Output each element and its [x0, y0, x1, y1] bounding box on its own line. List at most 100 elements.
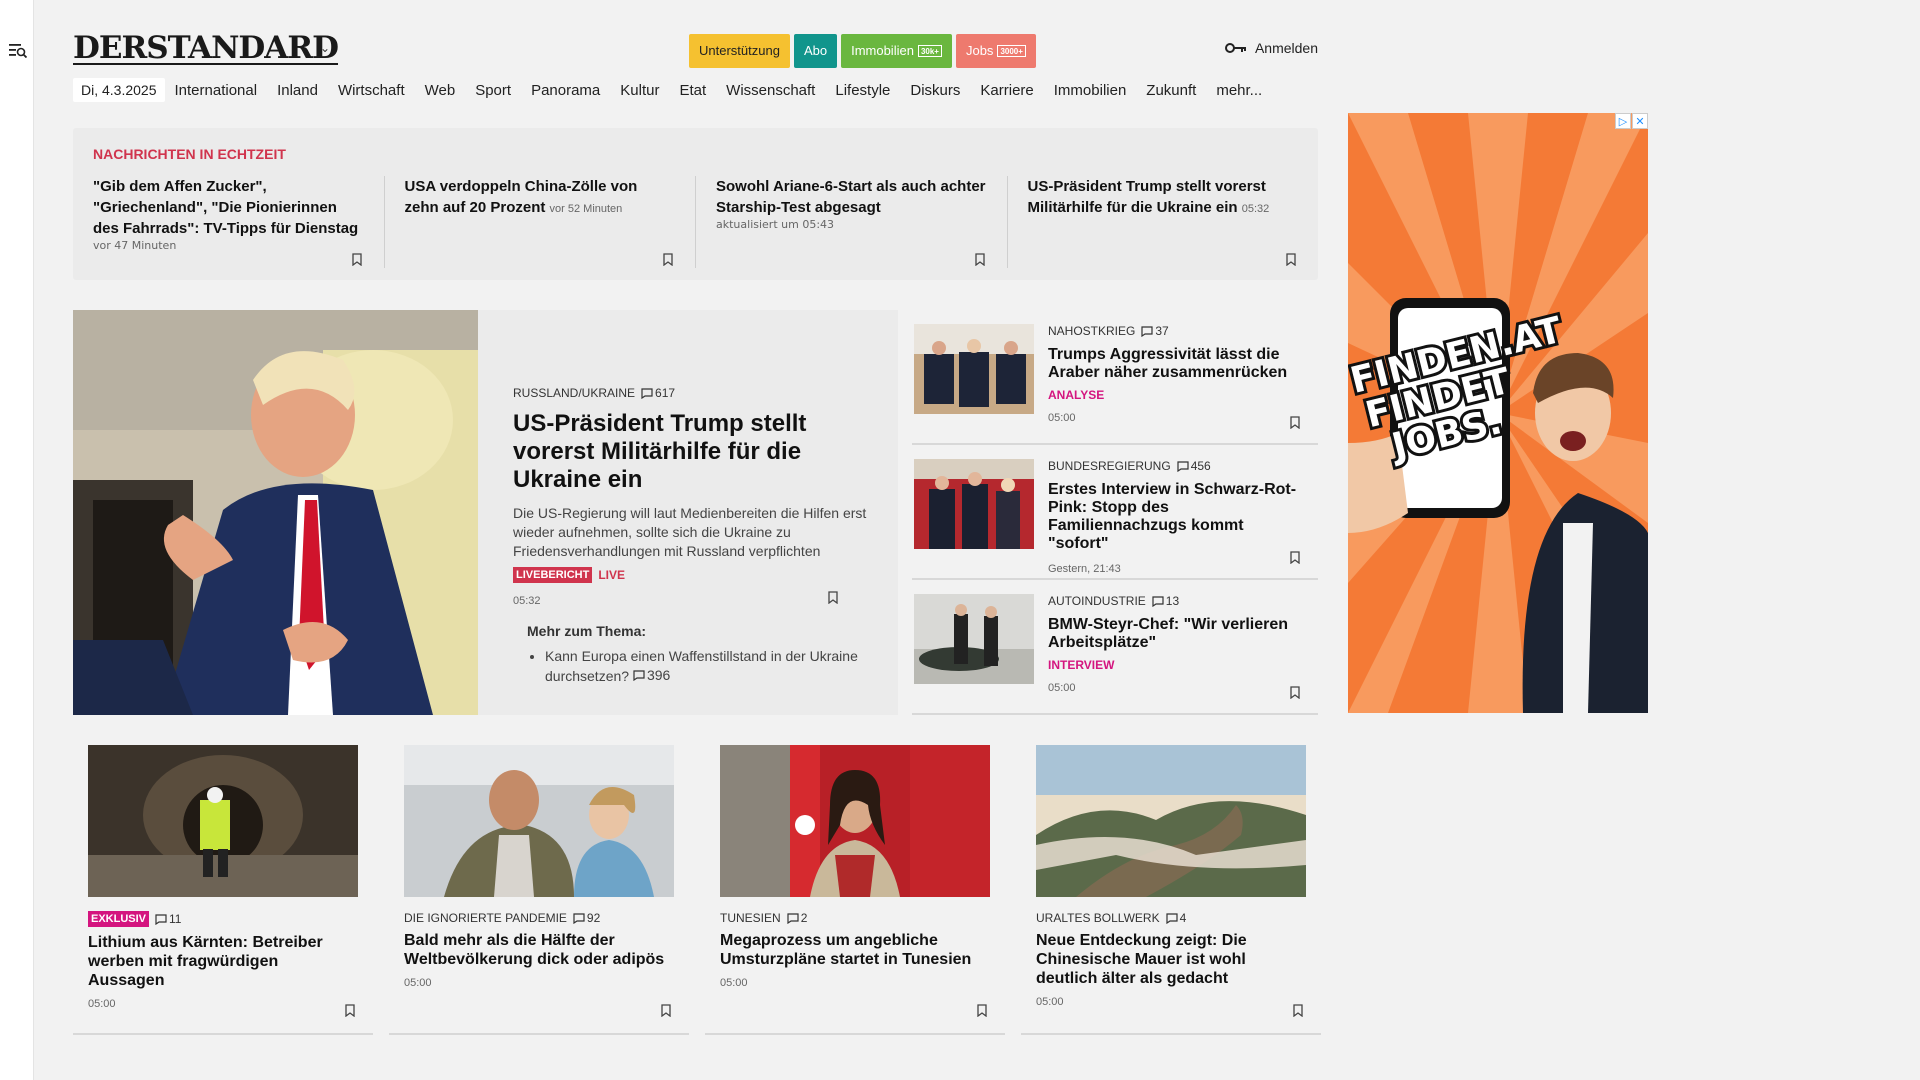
- current-date: Di, 4.3.2025: [73, 78, 165, 102]
- side-stories: NAHOSTKRIEG 37 Trumps Aggressivität lässt…: [912, 310, 1318, 715]
- comment-count[interactable]: 37: [1141, 324, 1169, 338]
- nav-item-panorama[interactable]: Panorama: [531, 82, 600, 99]
- ticker-item-title: US-Präsident Trump stellt vorerst Militä…: [1027, 178, 1266, 216]
- site-header: DERSTANDARD ⌄ Unterstützung Abo Immobili…: [73, 28, 1318, 72]
- story-card-time: 05:00: [720, 977, 748, 989]
- comment-icon: [1165, 912, 1178, 924]
- story-card-title[interactable]: Megaprozess um angebliche Umsturzpläne s…: [720, 931, 990, 969]
- comment-count[interactable]: 617: [641, 386, 675, 400]
- support-button[interactable]: Unterstützung: [689, 34, 790, 68]
- nav-item-more[interactable]: mehr...: [1216, 82, 1262, 99]
- jobs-button[interactable]: Jobs 3000+: [955, 34, 1036, 68]
- story-card-title[interactable]: Bald mehr als die Hälfte der Weltbevölke…: [404, 931, 674, 969]
- bookmark-icon[interactable]: [661, 1004, 671, 1017]
- story-card-image[interactable]: [720, 745, 990, 897]
- story-card-image[interactable]: [404, 745, 674, 897]
- bookmark-icon[interactable]: [1286, 253, 1296, 266]
- bookmark-icon[interactable]: [663, 253, 673, 266]
- adchoices-icon[interactable]: ▷: [1615, 113, 1631, 129]
- story-card[interactable]: TUNESIEN 2 Megaprozess um angebliche Umst…: [705, 745, 1005, 1035]
- search-menu-icon[interactable]: [9, 44, 27, 58]
- story-label: ANALYSE: [1048, 388, 1105, 402]
- bookmark-icon[interactable]: [828, 591, 838, 604]
- comment-count-value: 617: [655, 386, 676, 400]
- nav-item-sport[interactable]: Sport: [475, 82, 511, 99]
- advertisement[interactable]: FINDEN.AT FINDET JOBS. ▷ ✕: [1348, 113, 1648, 713]
- login-button[interactable]: Anmelden: [1224, 40, 1318, 56]
- abo-button[interactable]: Abo: [793, 34, 838, 68]
- side-story[interactable]: NAHOSTKRIEG 37 Trumps Aggressivität lässt…: [912, 310, 1318, 445]
- bookmark-icon[interactable]: [1290, 686, 1300, 699]
- story-thumbnail[interactable]: [914, 459, 1034, 549]
- related-item[interactable]: Kann Europa einen Waffenstillstand in de…: [545, 647, 868, 686]
- story-card[interactable]: DIE IGNORIERTE PANDEMIE 92 Bald mehr als …: [389, 745, 689, 1035]
- comment-count-value: 37: [1155, 324, 1169, 338]
- story-kicker: BUNDESREGIERUNG: [1048, 459, 1171, 473]
- comment-count[interactable]: 2: [787, 911, 807, 925]
- story-card-image[interactable]: [88, 745, 358, 897]
- ticker-item[interactable]: Sowohl Ariane-6-Start als auch achter St…: [696, 176, 1008, 268]
- site-logo[interactable]: DERSTANDARD: [73, 30, 339, 66]
- ticker-item[interactable]: "Gib dem Affen Zucker", "Griechenland", …: [73, 176, 385, 268]
- story-card-title[interactable]: Neue Entdeckung zeigt: Die Chinesische M…: [1036, 931, 1306, 988]
- comment-count[interactable]: 396: [633, 666, 670, 685]
- story-thumbnail[interactable]: [914, 324, 1034, 414]
- live-label: LIVE: [598, 568, 626, 582]
- jobs-label: Jobs: [965, 43, 994, 58]
- comment-count[interactable]: 13: [1152, 594, 1179, 608]
- story-title[interactable]: Erstes Interview in Schwarz-Rot-Pink: St…: [1048, 481, 1308, 553]
- lead-time: 05:32: [513, 595, 541, 607]
- related-topics: Mehr zum Thema: Kann Europa einen Waffen…: [513, 623, 868, 686]
- comment-icon: [155, 913, 167, 925]
- immobilien-count-tag: 30k+: [917, 45, 942, 57]
- nav-item-kultur[interactable]: Kultur: [620, 82, 659, 99]
- story-time: 05:00: [1048, 412, 1076, 424]
- nav-item-karriere[interactable]: Karriere: [980, 82, 1033, 99]
- chevron-down-icon[interactable]: ⌄: [320, 41, 330, 55]
- bookmark-icon[interactable]: [345, 1004, 355, 1017]
- bookmark-icon[interactable]: [1293, 1004, 1303, 1017]
- story-title[interactable]: BMW-Steyr-Chef: "Wir verlieren Arbeitspl…: [1048, 616, 1308, 652]
- bookmark-icon[interactable]: [351, 253, 362, 266]
- story-title[interactable]: Trumps Aggressivität lässt die Araber nä…: [1048, 346, 1308, 382]
- ticker-item[interactable]: US-Präsident Trump stellt vorerst Militä…: [1008, 176, 1319, 268]
- immobilien-label: Immobilien: [851, 43, 914, 58]
- bookmark-icon[interactable]: [1290, 416, 1300, 429]
- nav-item-immobilien[interactable]: Immobilien: [1054, 82, 1127, 99]
- side-story[interactable]: AUTOINDUSTRIE 13 BMW-Steyr-Chef: "Wir ver…: [912, 580, 1318, 715]
- story-card-kicker: URALTES BOLLWERK: [1036, 911, 1160, 925]
- nav-item-wissenschaft[interactable]: Wissenschaft: [726, 82, 815, 99]
- story-kicker: NAHOSTKRIEG: [1048, 324, 1136, 338]
- bookmark-icon[interactable]: [1290, 551, 1300, 564]
- ticker-item[interactable]: USA verdoppeln China-Zölle von zehn auf …: [385, 176, 696, 268]
- left-sidebar: [0, 0, 34, 1080]
- comment-count[interactable]: 456: [1177, 459, 1211, 473]
- nav-item-zukunft[interactable]: Zukunft: [1146, 82, 1196, 99]
- nav-item-lifestyle[interactable]: Lifestyle: [835, 82, 890, 99]
- story-card-title[interactable]: Lithium aus Kärnten: Betreiber werben mi…: [88, 933, 358, 990]
- bookmark-icon[interactable]: [974, 253, 985, 266]
- nav-item-web[interactable]: Web: [425, 82, 456, 99]
- nav-item-wirtschaft[interactable]: Wirtschaft: [338, 82, 405, 99]
- key-icon: [1224, 43, 1246, 53]
- story-card[interactable]: EXKLUSIV 11 Lithium aus Kärnten: Betreibe…: [73, 745, 373, 1035]
- lead-title[interactable]: US-Präsident Trump stellt vorerst Militä…: [513, 410, 868, 494]
- lead-story-image[interactable]: [73, 310, 478, 715]
- lead-story[interactable]: RUSSLAND/UKRAINE 617 US-Präsident Trump …: [73, 310, 898, 715]
- nav-item-etat[interactable]: Etat: [679, 82, 706, 99]
- side-story[interactable]: BUNDESREGIERUNG 456 Erstes Interview in S…: [912, 445, 1318, 580]
- close-icon[interactable]: ✕: [1632, 113, 1648, 129]
- story-card-image[interactable]: [1036, 745, 1306, 897]
- bookmark-icon[interactable]: [977, 1004, 987, 1017]
- story-card[interactable]: URALTES BOLLWERK 4 Neue Entdeckung zeigt:…: [1021, 745, 1321, 1035]
- nav-item-diskurs[interactable]: Diskurs: [910, 82, 960, 99]
- comment-count[interactable]: 92: [573, 911, 600, 925]
- comment-count[interactable]: 4: [1165, 911, 1186, 925]
- comment-count[interactable]: 11: [155, 912, 181, 926]
- nav-item-inland[interactable]: Inland: [277, 82, 318, 99]
- story-label: INTERVIEW: [1048, 658, 1115, 672]
- immobilien-button[interactable]: Immobilien 30k+: [841, 34, 952, 68]
- nav-item-international[interactable]: International: [175, 82, 258, 99]
- story-thumbnail[interactable]: [914, 594, 1034, 684]
- ticker-item-title: Sowohl Ariane-6-Start als auch achter St…: [716, 178, 986, 216]
